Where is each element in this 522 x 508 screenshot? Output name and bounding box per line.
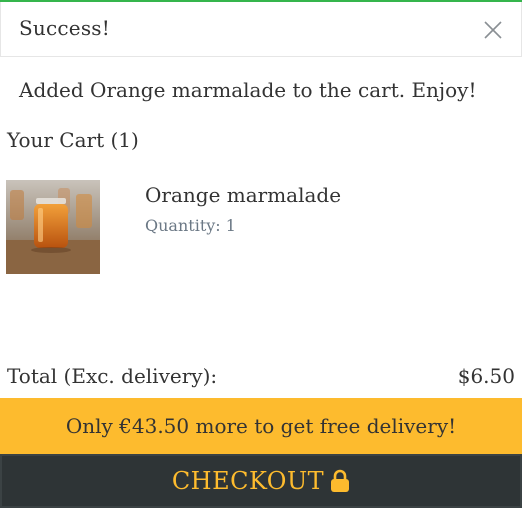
checkout-label: CHECKOUT (171, 467, 325, 495)
notification-title: Success! (19, 16, 110, 40)
marmalade-jar-photo (6, 180, 100, 274)
lock-icon (331, 469, 350, 492)
checkout-button[interactable]: CHECKOUT (0, 454, 522, 508)
notification-header: Success! (0, 2, 522, 57)
cart-heading: Your Cart (1) (7, 128, 139, 152)
total-label: Total (Exc. delivery): (7, 364, 218, 388)
cart-item-name[interactable]: Orange marmalade (145, 183, 341, 207)
success-message: Added Orange marmalade to the cart. Enjo… (19, 78, 477, 102)
close-button[interactable] (483, 20, 503, 40)
free-delivery-text: Only €43.50 more to get free delivery! (65, 414, 457, 438)
cart-item-quantity: Quantity: 1 (145, 216, 236, 235)
product-thumbnail[interactable] (6, 180, 100, 274)
close-icon (484, 21, 502, 39)
free-delivery-banner: Only €43.50 more to get free delivery! (0, 398, 522, 454)
cart-notification-panel: Success! Added Orange marmalade to the c… (0, 0, 522, 508)
total-value: $6.50 (457, 364, 515, 388)
